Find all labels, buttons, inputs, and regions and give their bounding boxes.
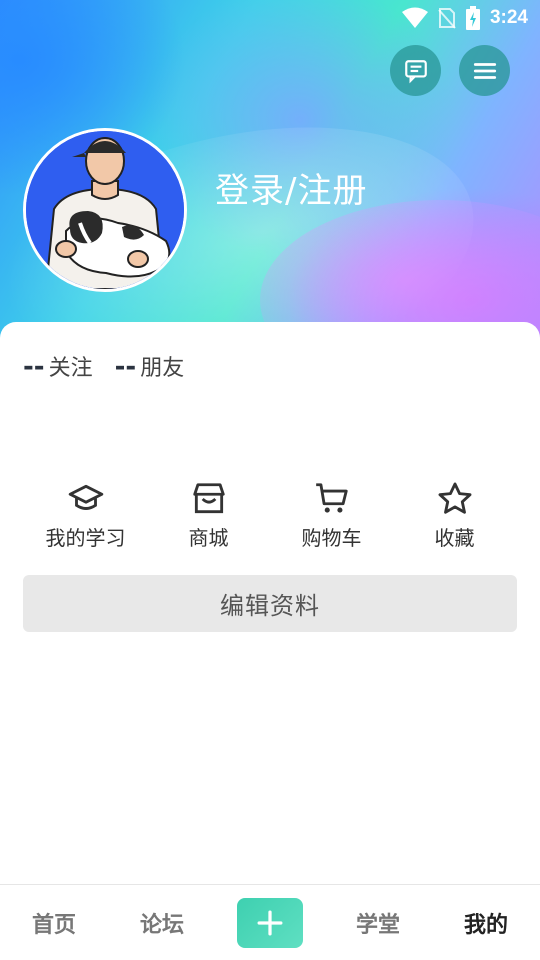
menu-icon [473, 62, 496, 79]
plus-icon [257, 910, 283, 935]
no-sim-icon [438, 8, 456, 29]
feature-label: 我的学习 [45, 526, 126, 550]
wifi-icon [401, 7, 428, 28]
feature-favorites[interactable]: 收藏 [393, 480, 516, 551]
feature-label: 收藏 [434, 526, 475, 550]
feature-cart[interactable]: 购物车 [270, 480, 393, 551]
stat-label: 朋友 [140, 356, 185, 381]
edit-profile-button[interactable]: 编辑资料 [23, 575, 517, 632]
stat-label: 关注 [48, 356, 93, 381]
stat-value: -- [23, 352, 45, 382]
stat-following[interactable]: -- 关注 [23, 350, 93, 382]
nav-school[interactable]: 学堂 [324, 907, 432, 939]
message-icon [404, 59, 427, 83]
store-icon [192, 483, 225, 514]
stat-value: -- [114, 352, 137, 382]
battery-charging-icon [465, 6, 480, 30]
stats-row: -- 关注 -- 朋友 [23, 350, 184, 382]
star-icon [438, 482, 471, 514]
stat-friends[interactable]: -- 朋友 [115, 350, 185, 382]
feature-grid: 我的学习 商城 购物车 收藏 [24, 480, 516, 551]
avatar-illustration [26, 131, 184, 289]
login-register-link[interactable]: 登录/注册 [215, 163, 367, 212]
status-bar: 3:24 [0, 0, 540, 36]
feature-store[interactable]: 商城 [147, 480, 270, 551]
menu-button[interactable] [459, 45, 510, 96]
graduation-cap-icon [68, 484, 103, 510]
avatar[interactable] [23, 128, 187, 292]
nav-mine[interactable]: 我的 [432, 907, 540, 939]
nav-forum[interactable]: 论坛 [108, 907, 216, 939]
bottom-nav: 首页 论坛 学堂 我的 [0, 884, 540, 960]
feature-my-learning[interactable]: 我的学习 [24, 480, 147, 551]
shopping-cart-icon [315, 483, 348, 513]
feature-label: 购物车 [301, 526, 362, 550]
status-time: 3:24 [489, 7, 528, 28]
add-button[interactable] [237, 897, 303, 948]
message-button[interactable] [390, 45, 441, 96]
nav-home[interactable]: 首页 [0, 907, 108, 939]
feature-label: 商城 [188, 526, 229, 550]
